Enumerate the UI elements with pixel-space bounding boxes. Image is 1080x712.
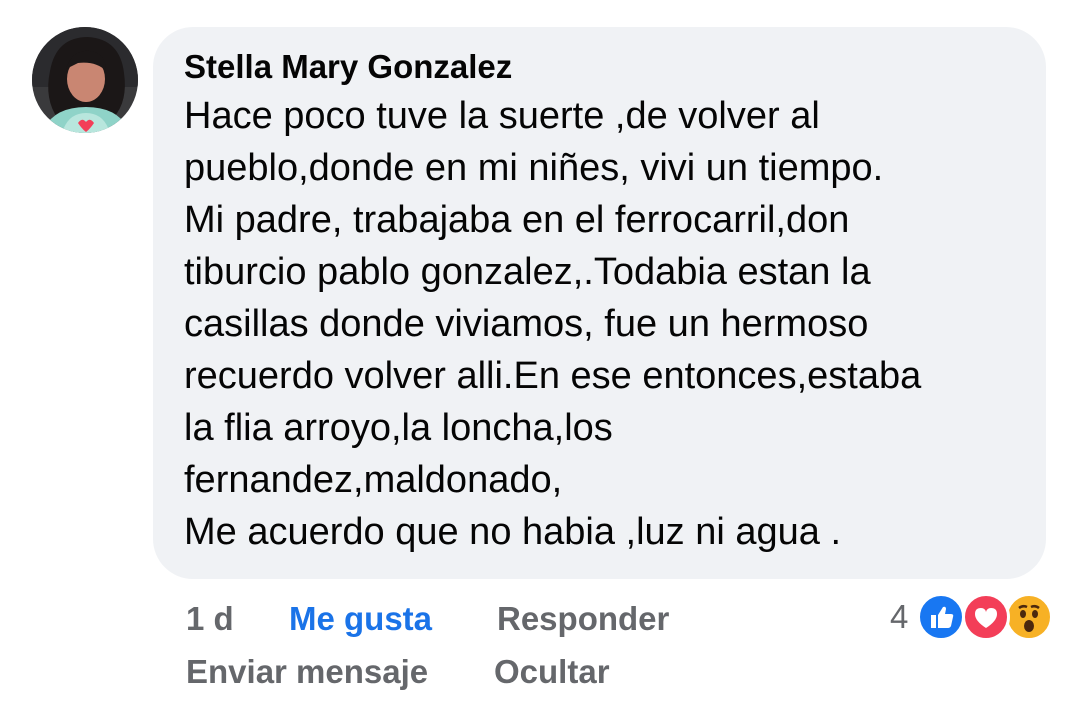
profile-photo [32,27,138,133]
comment-text-line: la flia arroyo,la loncha,los [184,407,613,449]
wow-icon [1005,593,1053,641]
comment-text-line: fernandez,maldonado, [184,459,563,501]
comment-text: Hace poco tuve la suerte ,de volver al p… [184,90,1016,558]
timestamp[interactable]: 1 d [186,599,234,639]
like-icon [917,593,965,641]
comment-text-line: recuerdo volver alli.En ese entonces,est… [184,355,922,397]
comment-text-line: Mi padre, trabajaba en el ferrocarril,do… [184,199,850,241]
love-icon [962,593,1010,641]
reaction-count[interactable]: 4 [890,597,908,637]
send-message-button[interactable]: Enviar mensaje [186,652,428,692]
comment-text-line: Me acuerdo que no habia ,luz ni agua . [184,511,842,553]
like-button[interactable]: Me gusta [289,599,432,639]
comment-text-line: casillas donde viviamos, fue un hermoso [184,303,869,345]
hide-button[interactable]: Ocultar [494,652,610,692]
comment-text-line: tiburcio pablo gonzalez,.Todabia estan l… [184,251,871,293]
comment-text-line: pueblo,donde en mi niñes, vivi un tiempo… [184,147,884,189]
reply-button[interactable]: Responder [497,599,669,639]
comment-author[interactable]: Stella Mary Gonzalez [184,47,1016,87]
comment-text-line: Hace poco tuve la suerte ,de volver al [184,95,820,137]
avatar[interactable] [32,27,138,133]
comment-bubble: Stella Mary Gonzalez Hace poco tuve la s… [153,27,1046,579]
